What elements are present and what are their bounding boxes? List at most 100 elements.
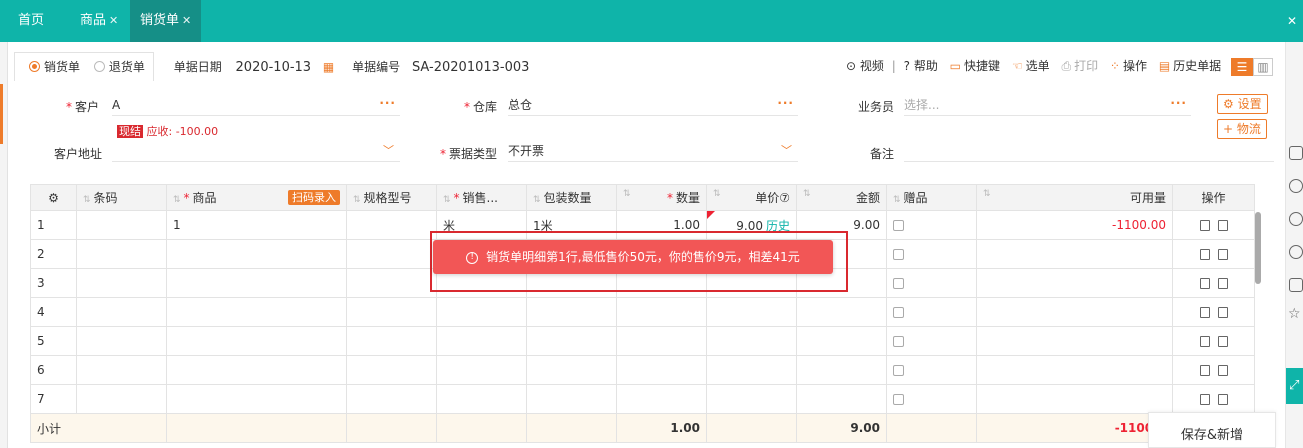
trash-icon[interactable]	[1199, 336, 1210, 347]
gift-cell[interactable]	[886, 355, 977, 385]
spec-cell[interactable]	[346, 210, 437, 240]
barcode-cell[interactable]	[76, 326, 167, 356]
col-barcode[interactable]: ⇅ 条码	[76, 184, 167, 211]
copy-icon[interactable]	[1217, 249, 1228, 260]
image-icon[interactable]	[1289, 278, 1303, 292]
doc-date-value[interactable]: 2020-10-13	[236, 60, 312, 75]
product-cell[interactable]	[166, 384, 347, 414]
col-product[interactable]: ⇅ * 商品 扫码录入	[166, 184, 347, 211]
close-icon[interactable]: ✕	[1287, 0, 1297, 42]
radio-sales[interactable]: 销货单	[29, 60, 80, 74]
amount-cell[interactable]	[796, 355, 887, 385]
settings-button[interactable]: ⚙ 设置	[1217, 94, 1268, 114]
col-package-qty[interactable]: ⇅ 包装数量	[526, 184, 617, 211]
operations-button[interactable]: ⁘ 操作	[1110, 59, 1147, 73]
tab-sales-order[interactable]: 销货单 ✕	[130, 0, 202, 42]
tab-products[interactable]: 商品 ✕	[70, 0, 128, 42]
link-icon[interactable]	[1289, 179, 1303, 193]
customer-address-field[interactable]: ﹀	[112, 140, 400, 162]
more-icon[interactable]: ···	[379, 92, 396, 114]
trash-icon[interactable]	[1199, 307, 1210, 318]
price-cell[interactable]	[706, 326, 797, 356]
col-sales-unit[interactable]: ⇅ * 销售...	[436, 184, 527, 211]
warehouse-field[interactable]: 总仓 ···	[508, 94, 798, 116]
invoice-type-field[interactable]: 不开票 ﹀	[508, 140, 798, 162]
star-icon[interactable]: ☆	[1288, 306, 1301, 322]
trash-icon[interactable]	[1199, 278, 1210, 289]
col-gift[interactable]: ⇅ 赠品	[886, 184, 977, 211]
product-cell[interactable]	[166, 268, 347, 298]
barcode-cell[interactable]	[76, 268, 167, 298]
gift-cell[interactable]	[886, 268, 977, 298]
trash-icon[interactable]	[1199, 394, 1210, 405]
close-icon[interactable]: ✕	[109, 14, 118, 27]
qty-cell[interactable]	[616, 297, 707, 327]
gift-checkbox[interactable]	[893, 278, 904, 289]
trash-icon[interactable]	[1199, 365, 1210, 376]
price-cell[interactable]	[706, 297, 797, 327]
column-settings-icon[interactable]: ⚙	[30, 184, 77, 211]
unit-cell[interactable]	[436, 384, 527, 414]
gift-checkbox[interactable]	[893, 365, 904, 376]
col-available[interactable]: ⇅ 可用量	[976, 184, 1173, 211]
amount-cell[interactable]	[796, 384, 887, 414]
amount-cell[interactable]	[796, 297, 887, 327]
list-view-icon[interactable]: ☰	[1231, 57, 1253, 76]
customer-field[interactable]: A ···	[112, 94, 400, 116]
gift-cell[interactable]	[886, 210, 977, 240]
spec-cell[interactable]	[346, 384, 437, 414]
gift-checkbox[interactable]	[893, 307, 904, 318]
video-button[interactable]: ⊙ 视频	[846, 59, 884, 73]
gift-checkbox[interactable]	[893, 249, 904, 260]
spec-cell[interactable]	[346, 326, 437, 356]
gift-cell[interactable]	[886, 239, 977, 269]
copy-icon[interactable]	[1217, 336, 1228, 347]
copy-icon[interactable]	[1217, 278, 1228, 289]
help-button[interactable]: ? 帮助	[904, 59, 938, 73]
unit-cell[interactable]	[436, 326, 527, 356]
package-cell[interactable]	[526, 355, 617, 385]
expand-button[interactable]: ⤢	[1286, 368, 1303, 404]
gift-checkbox[interactable]	[893, 220, 904, 231]
tab-home[interactable]: 首页	[8, 0, 54, 42]
trash-icon[interactable]	[1199, 220, 1210, 231]
package-cell[interactable]	[526, 326, 617, 356]
shortcut-button[interactable]: ▭ 快捷键	[950, 59, 1000, 73]
card-view-icon[interactable]: ▥	[1253, 57, 1273, 76]
salesperson-field[interactable]: 选择... ···	[904, 94, 1191, 116]
note-icon[interactable]	[1289, 146, 1303, 160]
close-icon[interactable]: ✕	[182, 14, 191, 27]
chevron-down-icon[interactable]: ﹀	[781, 140, 792, 162]
package-cell[interactable]	[526, 297, 617, 327]
barcode-cell[interactable]	[76, 355, 167, 385]
amount-cell[interactable]	[796, 326, 887, 356]
product-cell[interactable]	[166, 355, 347, 385]
table-scrollbar[interactable]	[1255, 212, 1261, 284]
more-icon[interactable]: ···	[1170, 92, 1187, 114]
logistics-button[interactable]: + 物流	[1217, 119, 1267, 139]
product-cell[interactable]	[166, 326, 347, 356]
print-button[interactable]: ⎙ 打印	[1061, 59, 1098, 73]
more-icon[interactable]: ···	[777, 92, 794, 114]
history-docs-button[interactable]: ▤ 历史单据	[1159, 59, 1221, 73]
clock-icon[interactable]	[1289, 245, 1303, 259]
copy-icon[interactable]	[1217, 394, 1228, 405]
unit-cell[interactable]	[436, 355, 527, 385]
product-cell[interactable]: 1	[166, 210, 347, 240]
gift-checkbox[interactable]	[893, 394, 904, 405]
remark-field[interactable]	[904, 140, 1274, 162]
copy-icon[interactable]	[1217, 307, 1228, 318]
trash-icon[interactable]	[1199, 249, 1210, 260]
qty-cell[interactable]	[616, 326, 707, 356]
spec-cell[interactable]	[346, 239, 437, 269]
save-new-button[interactable]: 保存&新增	[1148, 412, 1276, 448]
gift-cell[interactable]	[886, 384, 977, 414]
price-cell[interactable]	[706, 384, 797, 414]
barcode-cell[interactable]	[76, 297, 167, 327]
qty-cell[interactable]	[616, 384, 707, 414]
product-cell[interactable]	[166, 297, 347, 327]
spec-cell[interactable]	[346, 268, 437, 298]
col-amount[interactable]: ⇅ 金额	[796, 184, 887, 211]
select-doc-button[interactable]: ☜ 选单	[1012, 59, 1050, 73]
gift-checkbox[interactable]	[893, 336, 904, 347]
